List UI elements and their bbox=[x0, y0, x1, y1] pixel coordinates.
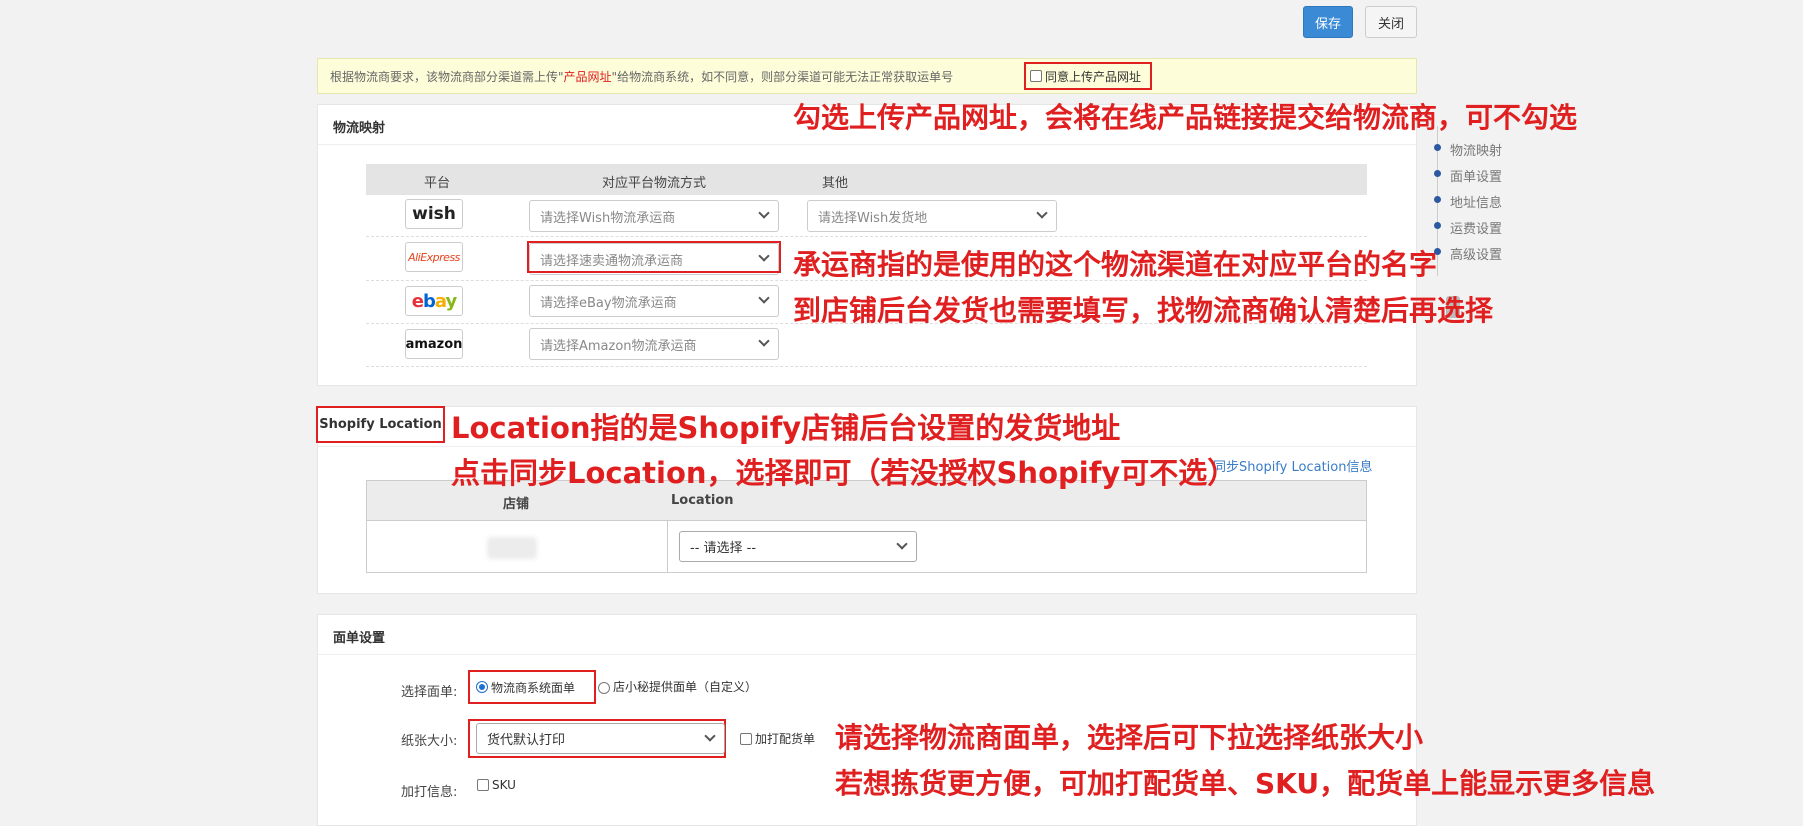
label-settings-title: 面单设置 bbox=[333, 631, 386, 646]
wish-carrier-select[interactable]: 请选择Wish物流承运商 bbox=[529, 200, 779, 232]
shop-name-blurred bbox=[487, 537, 537, 559]
wish-logo: wish bbox=[405, 199, 463, 229]
toc-dot bbox=[1434, 196, 1441, 203]
sku-checkbox[interactable]: SKU bbox=[477, 778, 516, 792]
pick-list-label: 加打配货单 bbox=[755, 732, 816, 746]
annotation-pick-list: 若想拣货更方便，可加打配货单、SKU，配货单上能显示更多信息 bbox=[835, 767, 1656, 800]
amazon-carrier-select[interactable]: 请选择Amazon物流承运商 bbox=[529, 328, 779, 360]
close-button[interactable]: 关闭 bbox=[1365, 6, 1417, 38]
ebay-logo-text: ebay bbox=[411, 290, 457, 312]
chevron-down-icon bbox=[704, 730, 716, 742]
amazon-carrier-placeholder: 请选择Amazon物流承运商 bbox=[540, 338, 697, 354]
chevron-down-icon bbox=[758, 292, 770, 304]
annotation-location-meaning: Location指的是Shopify店铺后台设置的发货地址 bbox=[451, 411, 1121, 445]
carrier-label-radio[interactable] bbox=[476, 681, 488, 693]
paper-size-label: 纸张大小: bbox=[401, 734, 458, 749]
annotation-carrier-meaning: 承运商指的是使用的这个物流渠道在对应平台的名字 bbox=[793, 248, 1438, 281]
pick-list-checkbox[interactable]: 加打配货单 bbox=[740, 730, 815, 747]
ebay-carrier-placeholder: 请选择eBay物流承运商 bbox=[540, 295, 677, 311]
notice-text-before: 根据物流商要求，该物流商部分渠道需上传" bbox=[330, 69, 564, 84]
ebay-logo: ebay bbox=[405, 286, 463, 316]
notice-text-after: "给物流商系统，如不同意，则部分渠道可能无法正常获取运单号 bbox=[611, 69, 954, 84]
agree-checkbox-label: 同意上传产品网址 bbox=[1045, 69, 1142, 84]
aliexpress-logo-text: AliExpress bbox=[408, 250, 460, 264]
select-label-label: 选择面单: bbox=[401, 685, 458, 700]
toc-item-mapping[interactable]: 物流映射 bbox=[1450, 140, 1502, 159]
wish-logo-text: wish bbox=[412, 204, 456, 224]
header-method: 对应平台物流方式 bbox=[602, 176, 707, 191]
location-select[interactable]: -- 请选择 -- bbox=[679, 531, 917, 562]
toc-dot bbox=[1434, 144, 1441, 151]
amazon-logo: amazon bbox=[405, 329, 463, 359]
wish-origin-select[interactable]: 请选择Wish发货地 bbox=[807, 200, 1057, 232]
header-platform: 平台 bbox=[424, 176, 451, 191]
wish-carrier-placeholder: 请选择Wish物流承运商 bbox=[540, 210, 676, 226]
annotation-label-select: 请选择物流商面单，选择后可下拉选择纸张大小 bbox=[835, 721, 1424, 754]
agree-upload-url-checkbox[interactable]: 同意上传产品网址 bbox=[1024, 62, 1152, 90]
toc-item-address[interactable]: 地址信息 bbox=[1450, 192, 1502, 211]
header-location: Location bbox=[671, 493, 734, 508]
annotation-upload-url: 勾选上传产品网址，会将在线产品链接提交给物流商，可不勾选 bbox=[793, 101, 1578, 134]
paper-size-value: 货代默认打印 bbox=[487, 733, 566, 748]
extra-info-label: 加打信息: bbox=[401, 785, 458, 800]
wish-origin-placeholder: 请选择Wish发货地 bbox=[818, 210, 928, 226]
amazon-logo-text: amazon bbox=[405, 336, 463, 352]
sku-checkbox-box[interactable] bbox=[477, 779, 489, 791]
header-shop: 店铺 bbox=[503, 497, 530, 512]
mapping-table-header: 平台 对应平台物流方式 其他 bbox=[366, 164, 1367, 195]
sku-label: SKU bbox=[492, 778, 516, 792]
ebay-carrier-select[interactable]: 请选择eBay物流承运商 bbox=[529, 285, 779, 317]
row-divider bbox=[366, 366, 1367, 367]
toc-item-shipping-fee[interactable]: 运费设置 bbox=[1450, 218, 1502, 237]
shopify-location-title-text: Shopify Location bbox=[319, 417, 442, 432]
toc-item-advanced[interactable]: 高级设置 bbox=[1450, 244, 1502, 263]
custom-label-option[interactable]: 店小秘提供面单（自定义） bbox=[598, 678, 757, 695]
custom-label-radio[interactable] bbox=[598, 681, 610, 694]
panel-divider bbox=[318, 654, 1416, 655]
notice-highlight: 产品网址 bbox=[563, 69, 612, 84]
panel-divider bbox=[318, 144, 1416, 145]
shopify-location-title: Shopify Location bbox=[316, 406, 445, 443]
logistics-mapping-title: 物流映射 bbox=[333, 121, 386, 136]
sync-location-link[interactable]: 同步Shopify Location信息 bbox=[1213, 456, 1372, 475]
header-other: 其他 bbox=[822, 176, 849, 191]
carrier-label-option[interactable]: 物流商系统面单 bbox=[468, 670, 596, 704]
row-divider bbox=[366, 236, 1367, 237]
toc-dot bbox=[1434, 222, 1441, 229]
location-select-value: -- 请选择 -- bbox=[690, 541, 757, 556]
pick-list-checkbox-box[interactable] bbox=[740, 732, 752, 745]
save-button[interactable]: 保存 bbox=[1303, 6, 1353, 38]
toc-item-label[interactable]: 面单设置 bbox=[1450, 166, 1502, 185]
agree-checkbox-box[interactable] bbox=[1030, 70, 1042, 82]
chevron-down-icon bbox=[758, 335, 770, 347]
custom-label-text: 店小秘提供面单（自定义） bbox=[613, 680, 758, 694]
carrier-label-text: 物流商系统面单 bbox=[491, 680, 576, 695]
chevron-down-icon bbox=[758, 207, 770, 219]
annotation-location-sync: 点击同步Location，选择即可（若没授权Shopify可不选） bbox=[451, 456, 1237, 490]
location-col-divider bbox=[667, 521, 668, 573]
chevron-down-icon bbox=[896, 538, 908, 550]
chevron-down-icon bbox=[1036, 207, 1048, 219]
aliexpress-carrier-highlight bbox=[527, 241, 781, 273]
upload-url-notice: 根据物流商要求，该物流商部分渠道需上传" 产品网址 "给物流商系统，如不同意，则部分… bbox=[317, 58, 1417, 94]
aliexpress-logo: AliExpress bbox=[405, 242, 463, 272]
annotation-carrier-confirm: 到店铺后台发货也需要填写，找物流商确认清楚后再选择 bbox=[793, 294, 1494, 327]
toc-dot bbox=[1434, 170, 1441, 177]
paper-size-select[interactable]: 货代默认打印 bbox=[476, 723, 725, 754]
location-table: 店铺 Location -- 请选择 -- bbox=[366, 480, 1367, 573]
